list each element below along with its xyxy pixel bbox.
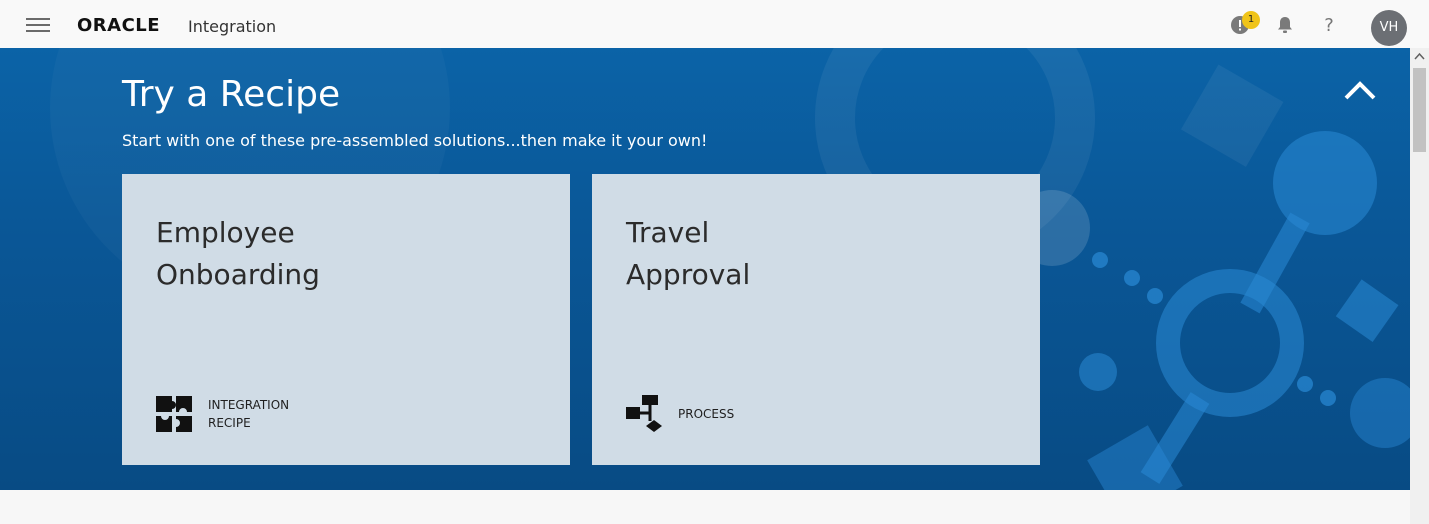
user-avatar[interactable]: VH <box>1371 10 1407 46</box>
card-title: Travel Approval <box>626 216 751 291</box>
recipe-card-travel-approval[interactable]: Travel Approval PROCESS <box>592 174 1040 465</box>
notification-badge: 1 <box>1242 11 1260 29</box>
top-bar: ORACLE Integration 1 ? VH <box>0 0 1429 48</box>
help-icon: ? <box>1324 14 1334 36</box>
hamburger-menu-icon[interactable] <box>26 18 50 32</box>
card-title: Employee Onboarding <box>156 216 320 291</box>
collapse-chevron-icon[interactable] <box>1342 78 1378 102</box>
card-type-label: INTEGRATION RECIPE <box>208 398 290 430</box>
scrollbar-thumb[interactable] <box>1413 68 1426 152</box>
product-name: Integration <box>188 17 277 36</box>
notifications-button[interactable] <box>1274 14 1296 36</box>
card-type-label: PROCESS <box>678 407 735 421</box>
recipe-card-employee-onboarding[interactable]: Employee Onboarding INTEGRATION RECIPE <box>122 174 570 465</box>
vertical-scrollbar[interactable] <box>1410 48 1429 524</box>
oracle-logo: ORACLE <box>77 15 161 36</box>
process-flow-icon <box>626 395 662 432</box>
banner-subtitle: Start with one of these pre-assembled so… <box>122 131 708 150</box>
recipe-banner: Try a Recipe Start with one of these pre… <box>0 48 1410 490</box>
help-button[interactable]: ? <box>1318 14 1340 36</box>
scroll-up-arrow-icon[interactable] <box>1414 52 1425 60</box>
puzzle-icon <box>156 396 192 432</box>
bell-icon <box>1278 17 1292 33</box>
banner-title: Try a Recipe <box>122 74 341 115</box>
